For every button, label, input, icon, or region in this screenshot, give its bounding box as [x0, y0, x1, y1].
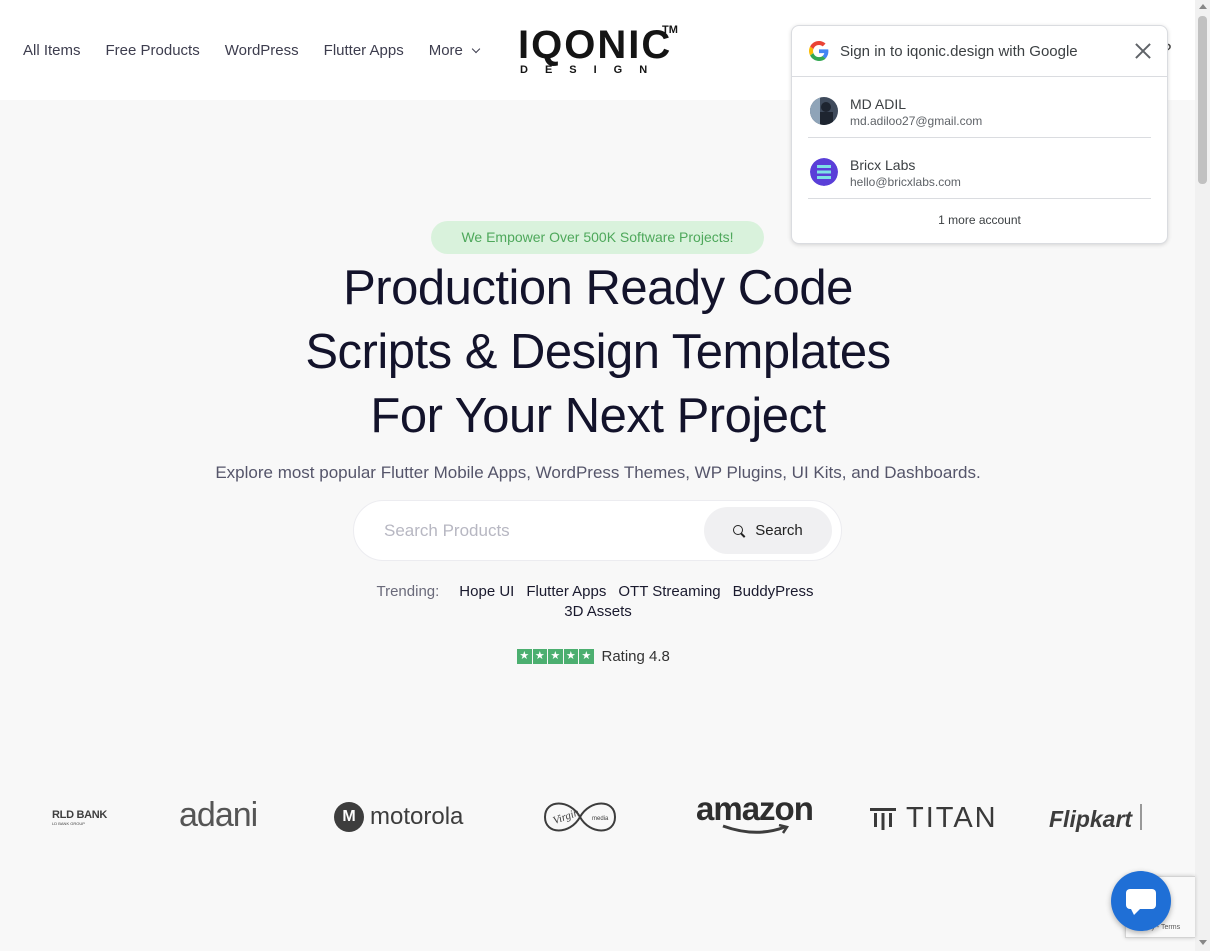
trending-tags: Trending: Hope UI Flutter Apps OTT Streamin…: [340, 582, 856, 622]
search-icon: [733, 524, 745, 537]
search-button-label: Search: [755, 522, 803, 539]
rating-label: Rating 4.8: [601, 648, 670, 665]
scroll-up-icon[interactable]: [1199, 4, 1207, 9]
google-popup-header: Sign in to iqonic.design with Google: [792, 26, 1167, 77]
google-signin-popup: Sign in to iqonic.design with Google MD …: [791, 25, 1168, 244]
titan-logo: TITAN: [870, 802, 998, 835]
nav-all-items[interactable]: All Items: [23, 42, 81, 59]
hero-title: Production Ready Code Scripts & Design T…: [200, 256, 996, 448]
scrollbar-thumb[interactable]: [1198, 16, 1207, 184]
logo-wordmark: IQONIC: [518, 23, 673, 67]
world-bank-subtext: LD BANK GROUP: [52, 821, 85, 826]
account-name: MD ADIL: [850, 96, 907, 112]
page-scrollbar[interactable]: [1195, 0, 1210, 951]
divider: [1140, 804, 1142, 830]
flipkart-logo: Flipkart: [1049, 806, 1133, 832]
scroll-down-icon[interactable]: [1199, 940, 1207, 945]
virgin-media-logo: Virgin media: [543, 802, 617, 832]
search-input[interactable]: [384, 519, 684, 543]
motorola-logo: M motorola: [334, 802, 463, 832]
logo-trademark: TM: [662, 24, 678, 36]
nav-free-products[interactable]: Free Products: [106, 42, 200, 59]
account-item-md-adil[interactable]: MD ADIL md.adiloo27@gmail.com: [808, 77, 1151, 138]
trending-tag-buddypress[interactable]: BuddyPress: [733, 583, 814, 600]
nav-wordpress[interactable]: WordPress: [225, 42, 299, 59]
account-email: hello@bricxlabs.com: [850, 175, 961, 189]
trending-label: Trending:: [376, 583, 440, 600]
chat-bubble-icon: [1126, 889, 1156, 909]
trending-tag-hope-ui[interactable]: Hope UI: [459, 583, 514, 600]
titan-icon: [870, 807, 896, 830]
star-icon: ★: [563, 649, 578, 664]
trending-tag-flutter-apps[interactable]: Flutter Apps: [526, 583, 606, 600]
chevron-down-icon: [471, 44, 481, 53]
trending-tag-ott-streaming[interactable]: OTT Streaming: [618, 583, 720, 600]
hero-title-line-2: Scripts & Design Templates: [305, 325, 891, 379]
star-icon: ★: [517, 649, 532, 664]
nav-more-label: More: [428, 42, 463, 59]
chat-button[interactable]: [1111, 871, 1171, 931]
nav-flutter-apps[interactable]: Flutter Apps: [324, 42, 404, 59]
world-bank-text: RLD BANK: [52, 809, 108, 821]
motorola-icon: M: [334, 802, 364, 832]
google-popup-title: Sign in to iqonic.design with Google: [840, 43, 1078, 60]
hero-title-line-1: Production Ready Code: [343, 261, 853, 315]
rating-stars: ★ ★ ★ ★ ★: [517, 649, 594, 664]
svg-text:media: media: [592, 816, 609, 822]
motorola-text: motorola: [370, 803, 464, 830]
trending-tag-3d-assets[interactable]: 3D Assets: [564, 603, 632, 620]
amazon-text: amazon: [696, 790, 814, 827]
hero-badge: We Empower Over 500K Software Projects!: [431, 221, 764, 254]
svg-text:Virgin: Virgin: [551, 806, 581, 827]
avatar: [810, 158, 838, 186]
hero-title-line-3: For Your Next Project: [370, 389, 826, 443]
client-logos: RLD BANK LD BANK GROUP adani M motorola …: [0, 780, 1195, 860]
world-bank-logo: RLD BANK LD BANK GROUP: [52, 809, 107, 826]
hero-subtitle: Explore most popular Flutter Mobile Apps…: [215, 463, 981, 482]
search-bar: Search: [353, 500, 842, 561]
logo-subtitle: DESIGN: [520, 64, 665, 76]
nav-more[interactable]: More: [428, 42, 481, 59]
search-button[interactable]: Search: [704, 507, 832, 554]
avatar: [810, 97, 838, 125]
google-logo-icon: [809, 41, 829, 61]
more-accounts-link[interactable]: 1 more account: [792, 199, 1167, 227]
star-icon: ★: [548, 649, 563, 664]
chat-bubble-tail: [1130, 907, 1142, 915]
amazon-smile-icon: [722, 824, 790, 834]
rating: ★ ★ ★ ★ ★ Rating 4.8: [517, 648, 670, 665]
account-name: Bricx Labs: [850, 157, 916, 173]
close-icon[interactable]: [1132, 40, 1154, 62]
iqonic-logo[interactable]: IQONIC TM DESIGN: [518, 24, 678, 80]
titan-text: TITAN: [906, 802, 998, 834]
amazon-logo: amazon: [696, 790, 814, 834]
star-icon: ★: [579, 649, 594, 664]
adani-logo: adani: [179, 796, 258, 834]
star-icon: ★: [532, 649, 547, 664]
account-email: md.adiloo27@gmail.com: [850, 114, 983, 128]
main-nav: All Items Free Products WordPress Flutte…: [23, 42, 481, 59]
account-item-bricx-labs[interactable]: Bricx Labs hello@bricxlabs.com: [808, 138, 1151, 199]
